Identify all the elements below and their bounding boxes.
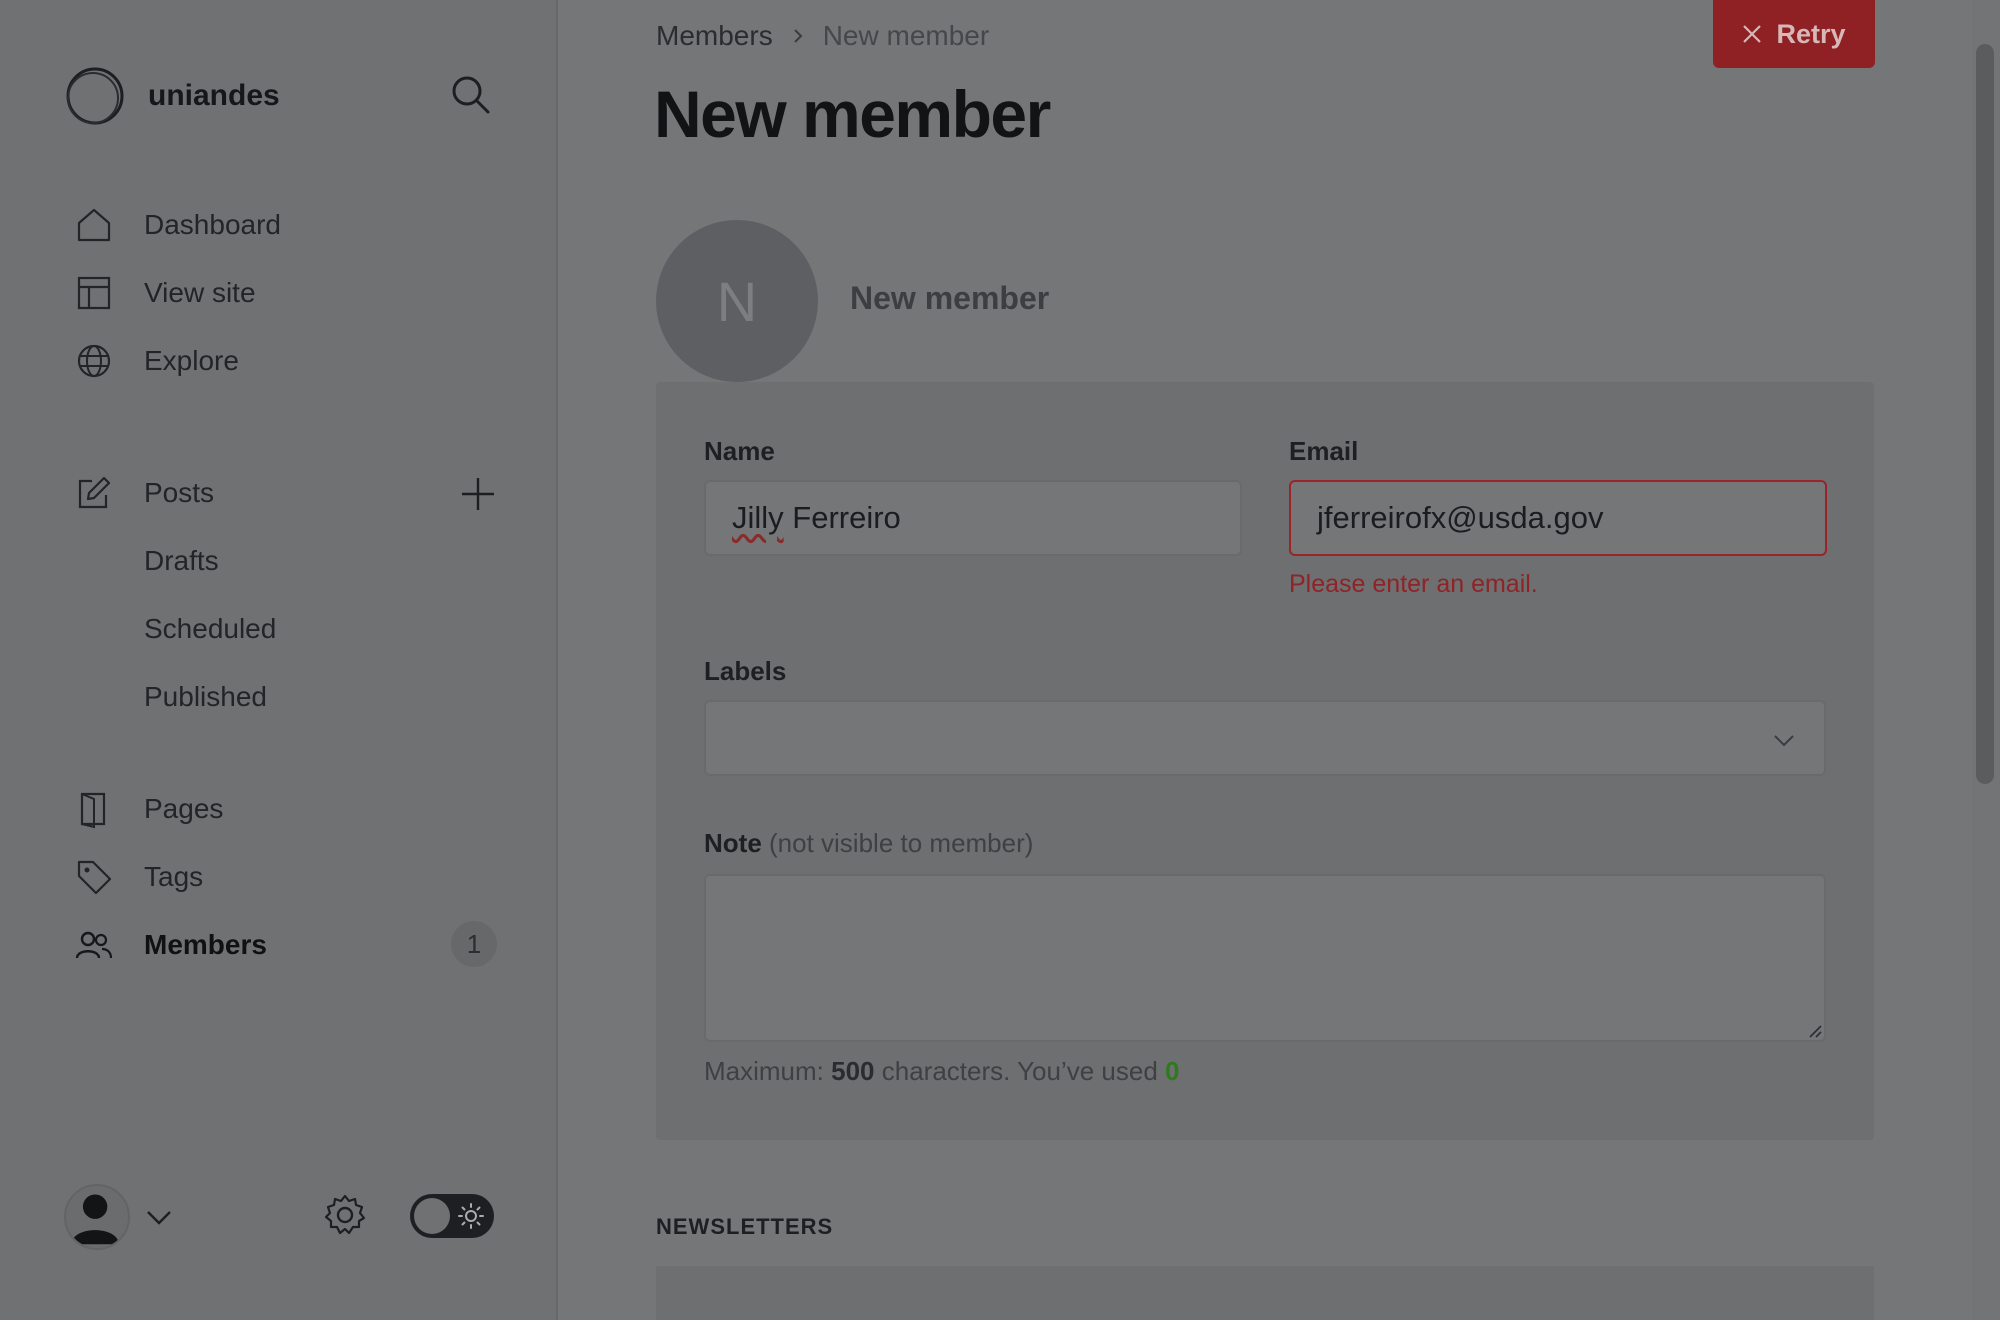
nav-explore-label: Explore [144, 345, 239, 376]
edit-icon [78, 476, 111, 509]
nav-view-site-label: View site [144, 277, 256, 308]
nav-scheduled[interactable]: Scheduled [144, 607, 276, 651]
gear-icon[interactable] [322, 1192, 368, 1238]
hint-max: 500 [831, 1056, 875, 1086]
email-label: Email [1289, 436, 1359, 466]
labels-label: Labels [704, 656, 787, 686]
globe-icon [77, 344, 111, 378]
sidebar: uniandes Dashboard View site Explore Pos… [0, 0, 558, 1320]
sun-icon [458, 1203, 484, 1229]
tag-icon [77, 860, 112, 895]
hint-mid: characters. You’ve used [874, 1056, 1166, 1086]
name-rest: Ferreiro [783, 500, 901, 535]
note-character-hint: Maximum: 500 characters. You’ve used 0 [704, 1056, 1180, 1087]
breadcrumb-current: New member [822, 20, 990, 51]
retry-label: Retry [1776, 18, 1846, 49]
breadcrumb: Members New member [656, 16, 989, 56]
note-textarea[interactable] [704, 874, 1826, 1042]
theme-toggle-knob [414, 1198, 450, 1234]
nav-tags-label: Tags [144, 861, 204, 892]
brand[interactable]: uniandes [64, 64, 280, 128]
nav-members-label: Members [144, 929, 267, 960]
chevron-right-icon [793, 29, 803, 43]
nav-pages[interactable]: Pages [74, 784, 223, 834]
hint-prefix: Maximum: [704, 1056, 832, 1086]
plus-icon[interactable] [458, 474, 498, 514]
newsletters-card [656, 1266, 1874, 1320]
name-input[interactable]: Jilly Ferreiro [704, 480, 1242, 556]
nav-posts[interactable]: Posts [74, 468, 214, 518]
members-count-badge: 1 [451, 921, 497, 967]
retry-button[interactable]: Retry [1713, 0, 1875, 68]
nav-pages-label: Pages [144, 793, 224, 824]
nav-tags[interactable]: Tags [74, 852, 203, 902]
note-label-hint: (not visible to member) [761, 828, 1034, 858]
member-display-name: New member [850, 280, 1050, 316]
chevron-down-icon [1774, 735, 1794, 747]
page-icon [80, 792, 106, 829]
nav-drafts[interactable]: Drafts [144, 539, 219, 583]
newsletters-heading: NEWSLETTERS [656, 1214, 834, 1239]
note-label: Note (not visible to member) [704, 828, 1033, 859]
scrollbar-thumb[interactable] [1976, 44, 1994, 784]
name-label: Name [704, 436, 775, 466]
users-icon [75, 931, 113, 959]
labels-select[interactable] [704, 700, 1826, 776]
member-avatar: N [656, 220, 818, 382]
note-label-text: Note [704, 828, 762, 858]
brand-name: uniandes [148, 79, 280, 112]
close-icon [1743, 25, 1762, 43]
nav-explore[interactable]: Explore [74, 336, 239, 386]
name-first-word: Jilly [732, 500, 784, 535]
logo-circle-icon [66, 67, 124, 125]
nav-posts-label: Posts [144, 477, 215, 508]
email-value: jferreirofx@usda.gov [1317, 500, 1604, 535]
nav-view-site[interactable]: View site [74, 268, 256, 318]
breadcrumb-members-link[interactable]: Members [656, 20, 773, 52]
nav-members[interactable]: Members [74, 920, 267, 970]
home-icon [77, 208, 111, 242]
chevron-down-icon[interactable] [144, 1202, 174, 1232]
layout-icon [77, 276, 111, 310]
nav-dashboard-label: Dashboard [144, 209, 281, 240]
email-error-message: Please enter an email. [1289, 570, 1538, 598]
user-silhouette-icon [71, 1194, 119, 1245]
user-avatar[interactable] [64, 1184, 130, 1250]
page-title: New member [654, 77, 1051, 151]
search-icon[interactable] [450, 74, 492, 116]
hint-used-count: 0 [1165, 1056, 1180, 1086]
email-input[interactable]: jferreirofx@usda.gov [1289, 480, 1827, 556]
nav-dashboard[interactable]: Dashboard [74, 200, 281, 250]
resize-handle-icon[interactable] [1806, 1022, 1822, 1038]
nav-published[interactable]: Published [144, 675, 267, 719]
theme-toggle[interactable] [410, 1194, 494, 1238]
